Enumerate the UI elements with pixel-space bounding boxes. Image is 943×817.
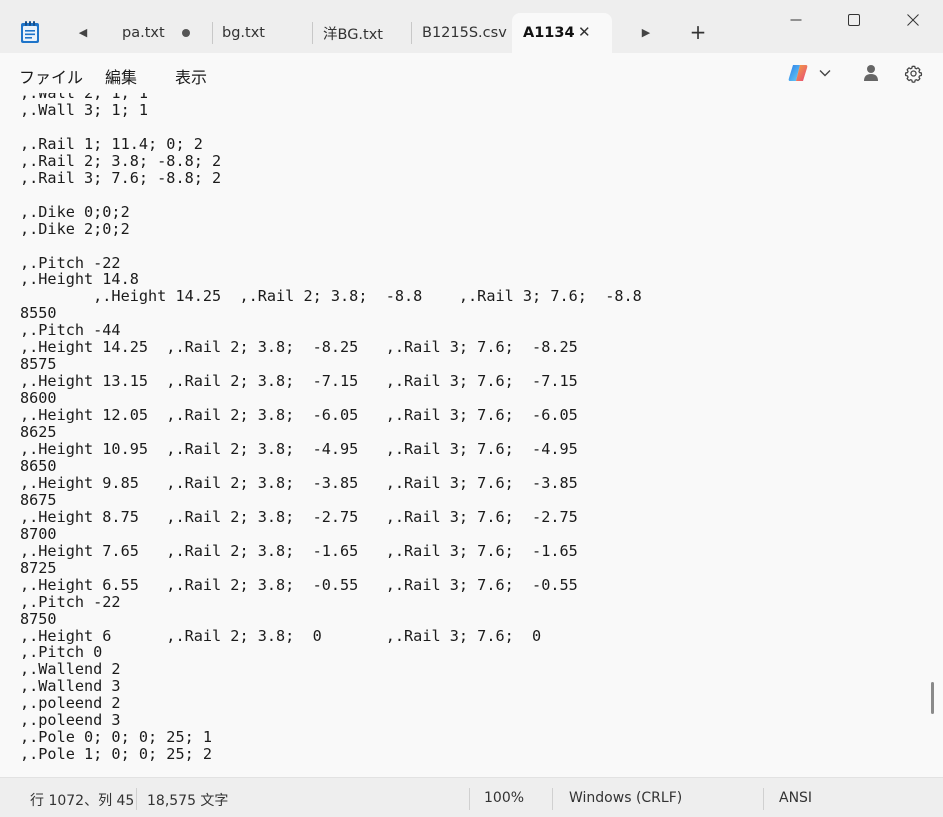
status-divider	[763, 788, 764, 810]
character-count: 18,575 文字	[147, 793, 229, 809]
tab-divider	[411, 22, 412, 44]
tab-label: pa.txt	[122, 25, 165, 41]
menu-view[interactable]: 表示	[175, 64, 207, 88]
notepad-icon	[21, 21, 39, 43]
editor-content[interactable]: ,.Wall 2; 1; 1 ,.Wall 3; 1; 1 ,.Rail 1; …	[20, 93, 642, 763]
settings-button[interactable]	[902, 62, 924, 84]
maximize-button[interactable]	[834, 6, 874, 34]
close-tab-icon[interactable]: ✕	[578, 23, 591, 41]
modified-dot-icon	[182, 29, 190, 37]
line-ending[interactable]: Windows (CRLF)	[569, 790, 682, 806]
account-icon	[864, 65, 878, 81]
menu-bar: ファイル 編集 表示	[0, 53, 943, 93]
tab-label: 洋BG.txt	[323, 26, 383, 43]
cursor-position: 行 1072、列 45	[30, 793, 135, 809]
vertical-scrollbar-thumb[interactable]	[931, 682, 934, 714]
status-divider	[469, 788, 470, 810]
gear-icon	[904, 65, 922, 83]
zoom-level[interactable]: 100%	[484, 790, 524, 806]
tab-bg-txt[interactable]: bg.txt	[222, 13, 312, 53]
maximize-icon	[848, 14, 860, 26]
tab-scroll-right-icon[interactable]: ▶	[636, 22, 656, 42]
tab-scroll-left-icon[interactable]: ◀	[73, 22, 93, 42]
tab-divider	[312, 22, 313, 44]
minimize-button[interactable]	[776, 6, 816, 34]
status-divider	[552, 788, 553, 810]
title-bar: ◀ pa.txt bg.txt 洋BG.txt B1215S.csv A1134…	[0, 0, 943, 54]
tab-pa-txt[interactable]: pa.txt	[122, 13, 212, 53]
copilot-dropdown-button[interactable]	[817, 62, 833, 84]
tab-label: bg.txt	[222, 25, 265, 41]
tab-label: A1134	[523, 25, 575, 41]
minimize-icon	[790, 19, 802, 21]
menu-file[interactable]: ファイル	[19, 64, 83, 88]
tab-b1215s-csv[interactable]: B1215S.csv	[422, 13, 512, 53]
close-window-button[interactable]	[893, 6, 933, 34]
chevron-down-icon	[819, 70, 831, 77]
tab-a1134[interactable]: A1134 ✕	[512, 13, 612, 53]
close-icon	[907, 14, 919, 26]
new-tab-icon[interactable]: +	[688, 20, 708, 44]
copilot-icon	[788, 65, 808, 81]
status-bar: 行 1072、列 45 18,575 文字 100% Windows (CRLF…	[0, 777, 943, 817]
menu-edit[interactable]: 編集	[105, 64, 137, 88]
status-divider	[136, 788, 137, 810]
encoding[interactable]: ANSI	[779, 790, 812, 806]
tab-label: B1215S.csv	[422, 25, 507, 41]
text-editor[interactable]: ,.Wall 2; 1; 1 ,.Wall 3; 1; 1 ,.Rail 1; …	[0, 93, 943, 777]
copilot-button[interactable]	[786, 62, 810, 84]
account-button[interactable]	[860, 62, 882, 84]
tab-divider	[212, 22, 213, 44]
tab-yo-bg-txt[interactable]: 洋BG.txt	[323, 13, 411, 53]
